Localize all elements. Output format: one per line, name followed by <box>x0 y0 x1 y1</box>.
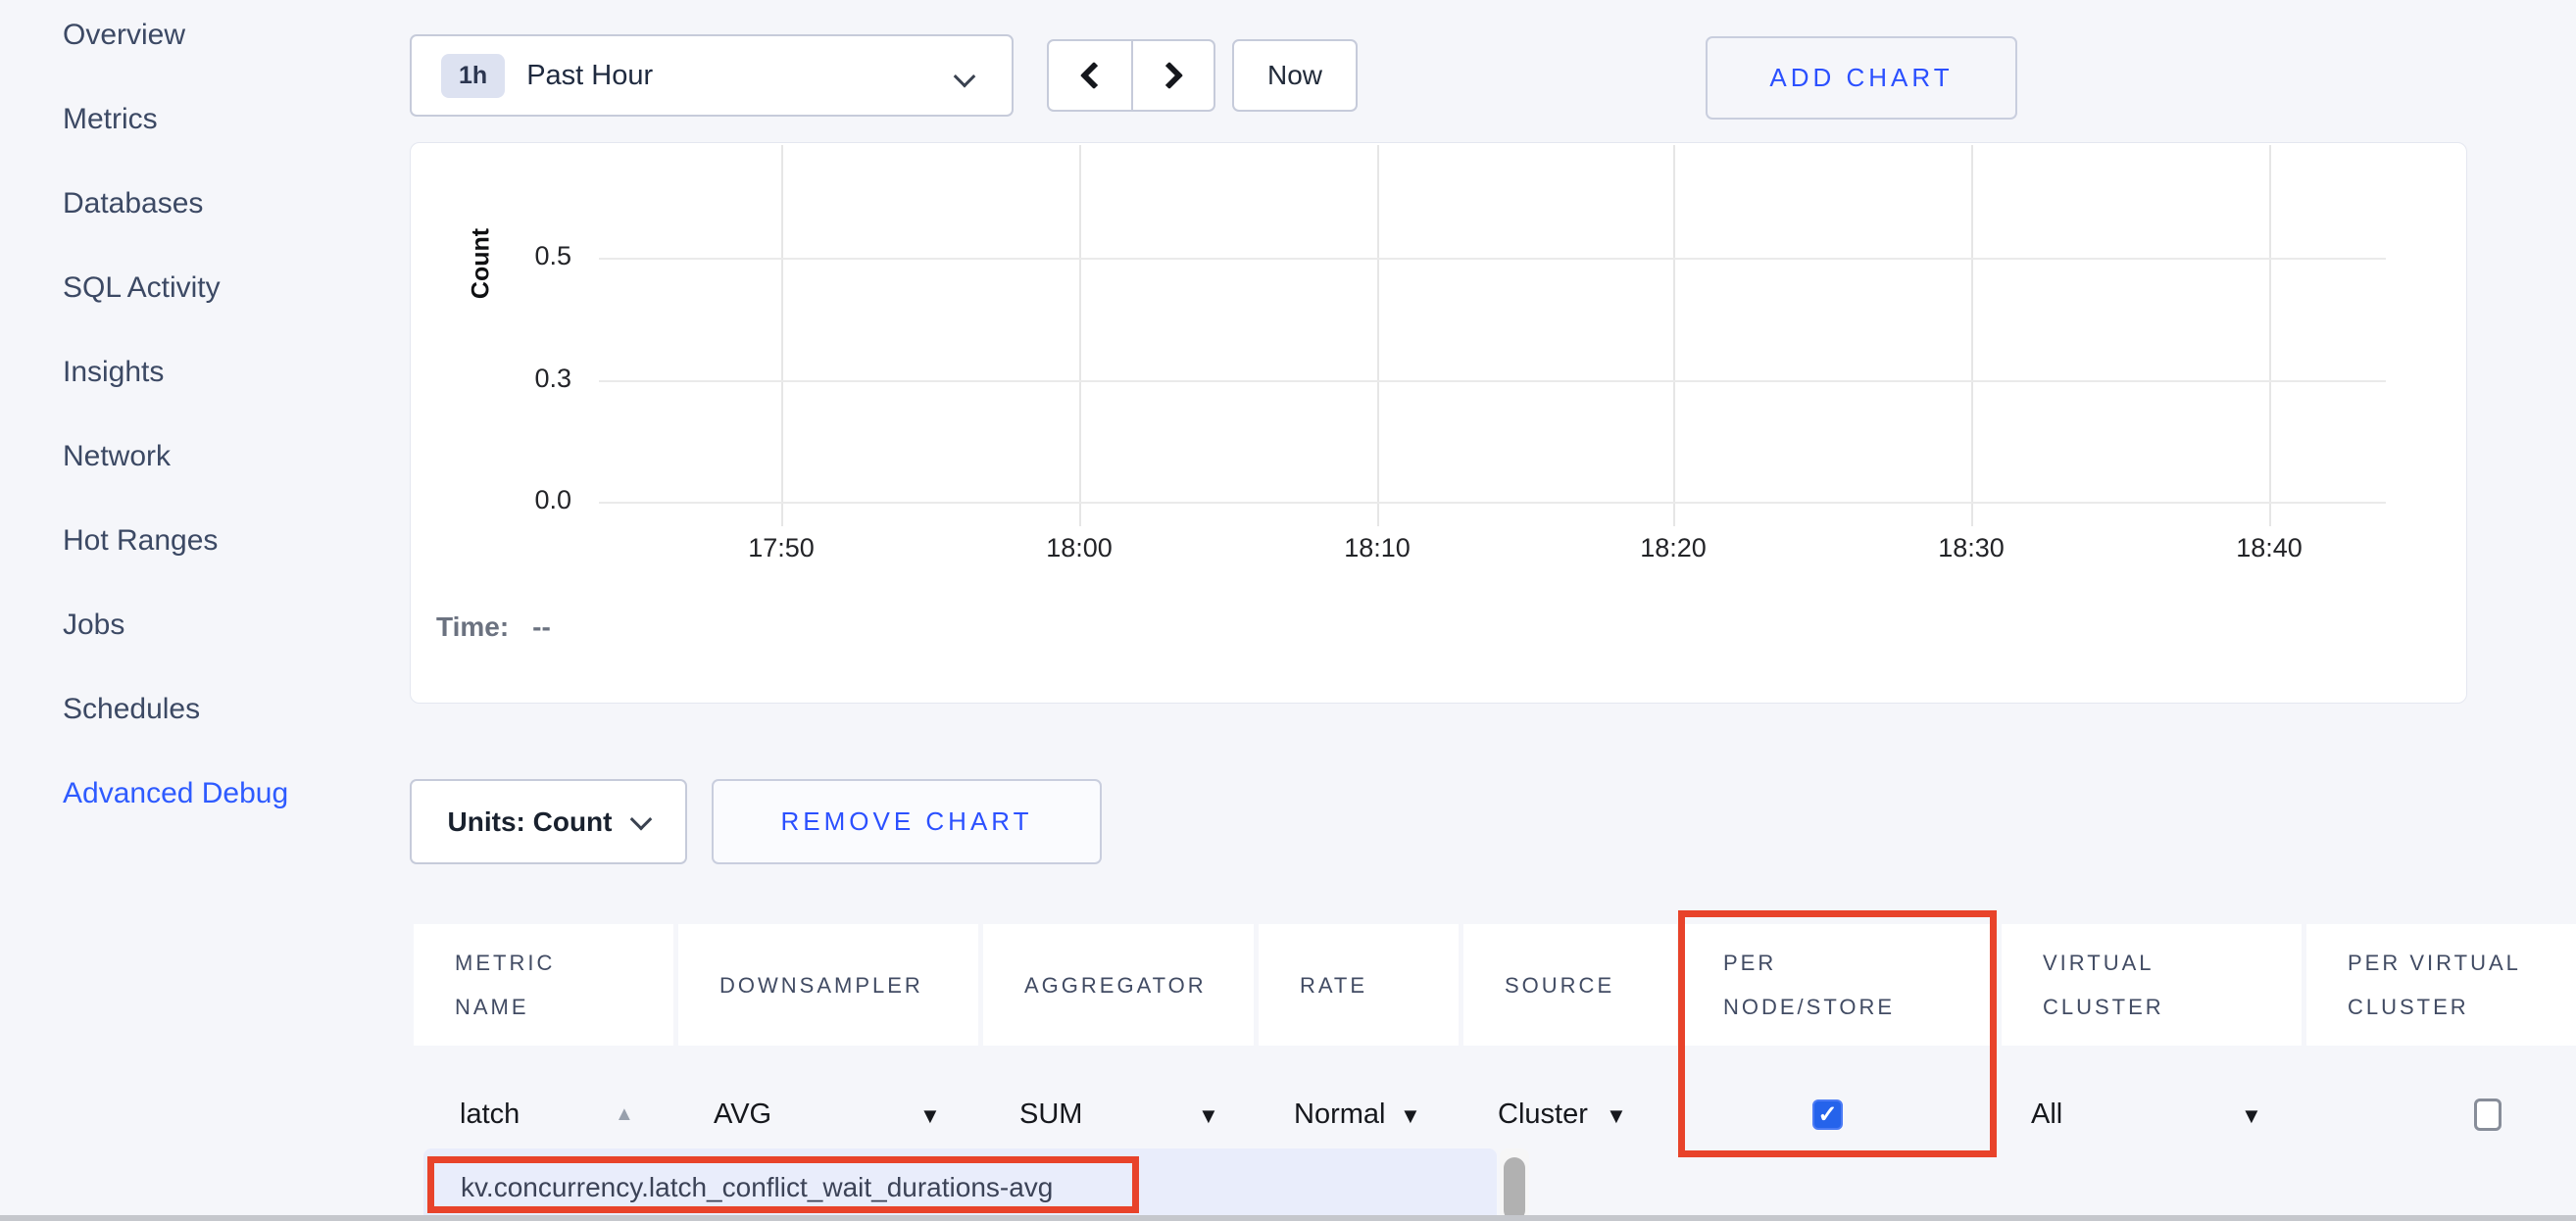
x-gridline <box>1673 145 1675 526</box>
y-tick-label: 0.0 <box>464 485 571 515</box>
aggregator-select[interactable]: SUM <box>1019 1099 1082 1131</box>
x-gridline <box>2269 145 2271 526</box>
column-header-2: AGGREGATOR <box>983 924 1254 1046</box>
x-tick-label: 17:50 <box>748 533 815 563</box>
time-readout-label: Time: <box>436 611 509 642</box>
sidebar-item-network[interactable]: Network <box>63 439 396 474</box>
metric-suggestion-dropdown: kv.concurrency.latch_conflict_wait_durat… <box>423 1148 1497 1221</box>
sidebar-item-advanced-debug[interactable]: Advanced Debug <box>63 776 396 811</box>
metric-name-input[interactable]: latch <box>460 1099 520 1131</box>
y-gridline <box>599 380 2386 382</box>
y-gridline <box>599 258 2386 260</box>
sidebar-item-jobs[interactable]: Jobs <box>63 608 396 643</box>
metric-suggestion-item[interactable]: kv.concurrency.latch_conflict_wait_durat… <box>461 1172 1053 1203</box>
remove-chart-button[interactable]: REMOVE CHART <box>712 779 1102 864</box>
x-gridline <box>1079 145 1081 526</box>
y-tick-label: 0.3 <box>464 364 571 394</box>
rate-select[interactable]: Normal <box>1294 1099 1385 1131</box>
dropdown-scrollbar-thumb[interactable] <box>1504 1157 1525 1221</box>
chart-plot-area[interactable] <box>411 143 2466 703</box>
sidebar-item-databases[interactable]: Databases <box>63 186 396 221</box>
hover-time-readout: Time: -- <box>436 611 551 643</box>
chevron-left-icon <box>1080 62 1108 89</box>
sidebar-nav: Overview Metrics Databases SQL Activity Insi… <box>63 18 396 860</box>
rate-caret-icon[interactable]: ▼ <box>1400 1103 1421 1129</box>
y-tick-label: 0.5 <box>464 241 571 271</box>
source-caret-icon[interactable]: ▼ <box>1606 1103 1627 1129</box>
sidebar-item-metrics[interactable]: Metrics <box>63 102 396 137</box>
aggregator-caret-icon[interactable]: ▼ <box>1198 1103 1219 1129</box>
sidebar-item-sql-activity[interactable]: SQL Activity <box>63 270 396 306</box>
downsampler-caret-icon[interactable]: ▼ <box>919 1103 941 1129</box>
sidebar-item-overview[interactable]: Overview <box>63 18 396 53</box>
x-gridline <box>781 145 783 526</box>
x-tick-label: 18:30 <box>1938 533 2005 563</box>
column-header-6: VIRTUAL CLUSTER <box>2002 924 2302 1046</box>
sidebar-item-insights[interactable]: Insights <box>63 355 396 390</box>
sidebar-item-hot-ranges[interactable]: Hot Ranges <box>63 523 396 559</box>
time-range-selector[interactable]: 1h Past Hour <box>410 34 1014 117</box>
x-tick-label: 18:20 <box>1640 533 1707 563</box>
previous-time-button[interactable] <box>1049 41 1131 110</box>
chevron-down-icon <box>954 66 976 88</box>
units-dropdown-label: Units: Count <box>448 806 613 838</box>
virtual-cluster-select[interactable]: All <box>2031 1099 2062 1131</box>
add-chart-button[interactable]: ADD CHART <box>1706 36 2017 120</box>
column-header-4: SOURCE <box>1463 924 1677 1046</box>
column-header-0: METRIC NAME <box>414 924 673 1046</box>
source-select[interactable]: Cluster <box>1498 1099 1588 1131</box>
time-readout-value: -- <box>532 611 551 642</box>
next-time-button[interactable] <box>1131 41 1214 110</box>
column-header-7: PER VIRTUAL CLUSTER <box>2306 924 2576 1046</box>
metric-name-dropdown-open-icon[interactable]: ▲ <box>615 1103 634 1126</box>
y-gridline <box>599 502 2386 504</box>
column-header-5: PER NODE/STORE <box>1682 924 1992 1046</box>
chevron-down-icon <box>630 807 653 830</box>
per-node-store-checkbox[interactable]: ✓ <box>1812 1099 1843 1130</box>
time-range-badge: 1h <box>441 54 505 98</box>
chevron-right-icon <box>1156 62 1183 89</box>
downsampler-select[interactable]: AVG <box>714 1099 771 1131</box>
column-header-3: RATE <box>1259 924 1459 1046</box>
chart-card: Count Time:-- 17:5018:0018:1018:2018:301… <box>410 142 2467 704</box>
units-dropdown[interactable]: Units: Count <box>410 779 687 864</box>
sidebar-item-schedules[interactable]: Schedules <box>63 692 396 727</box>
now-button[interactable]: Now <box>1232 39 1358 112</box>
screenshot-bottom-edge <box>0 1215 2576 1221</box>
column-header-1: DOWNSAMPLER <box>678 924 978 1046</box>
x-gridline <box>1971 145 1973 526</box>
advanced-debug-custom-chart-page: Overview Metrics Databases SQL Activity Insi… <box>0 0 2576 1221</box>
x-gridline <box>1377 145 1379 526</box>
virtual-cluster-caret-icon[interactable]: ▼ <box>2241 1103 2262 1129</box>
time-range-label: Past Hour <box>526 60 653 92</box>
per-virtual-cluster-checkbox[interactable] <box>2474 1099 2502 1131</box>
x-tick-label: 18:10 <box>1344 533 1411 563</box>
x-tick-label: 18:00 <box>1046 533 1113 563</box>
x-tick-label: 18:40 <box>2236 533 2303 563</box>
time-step-buttons <box>1047 39 1215 112</box>
